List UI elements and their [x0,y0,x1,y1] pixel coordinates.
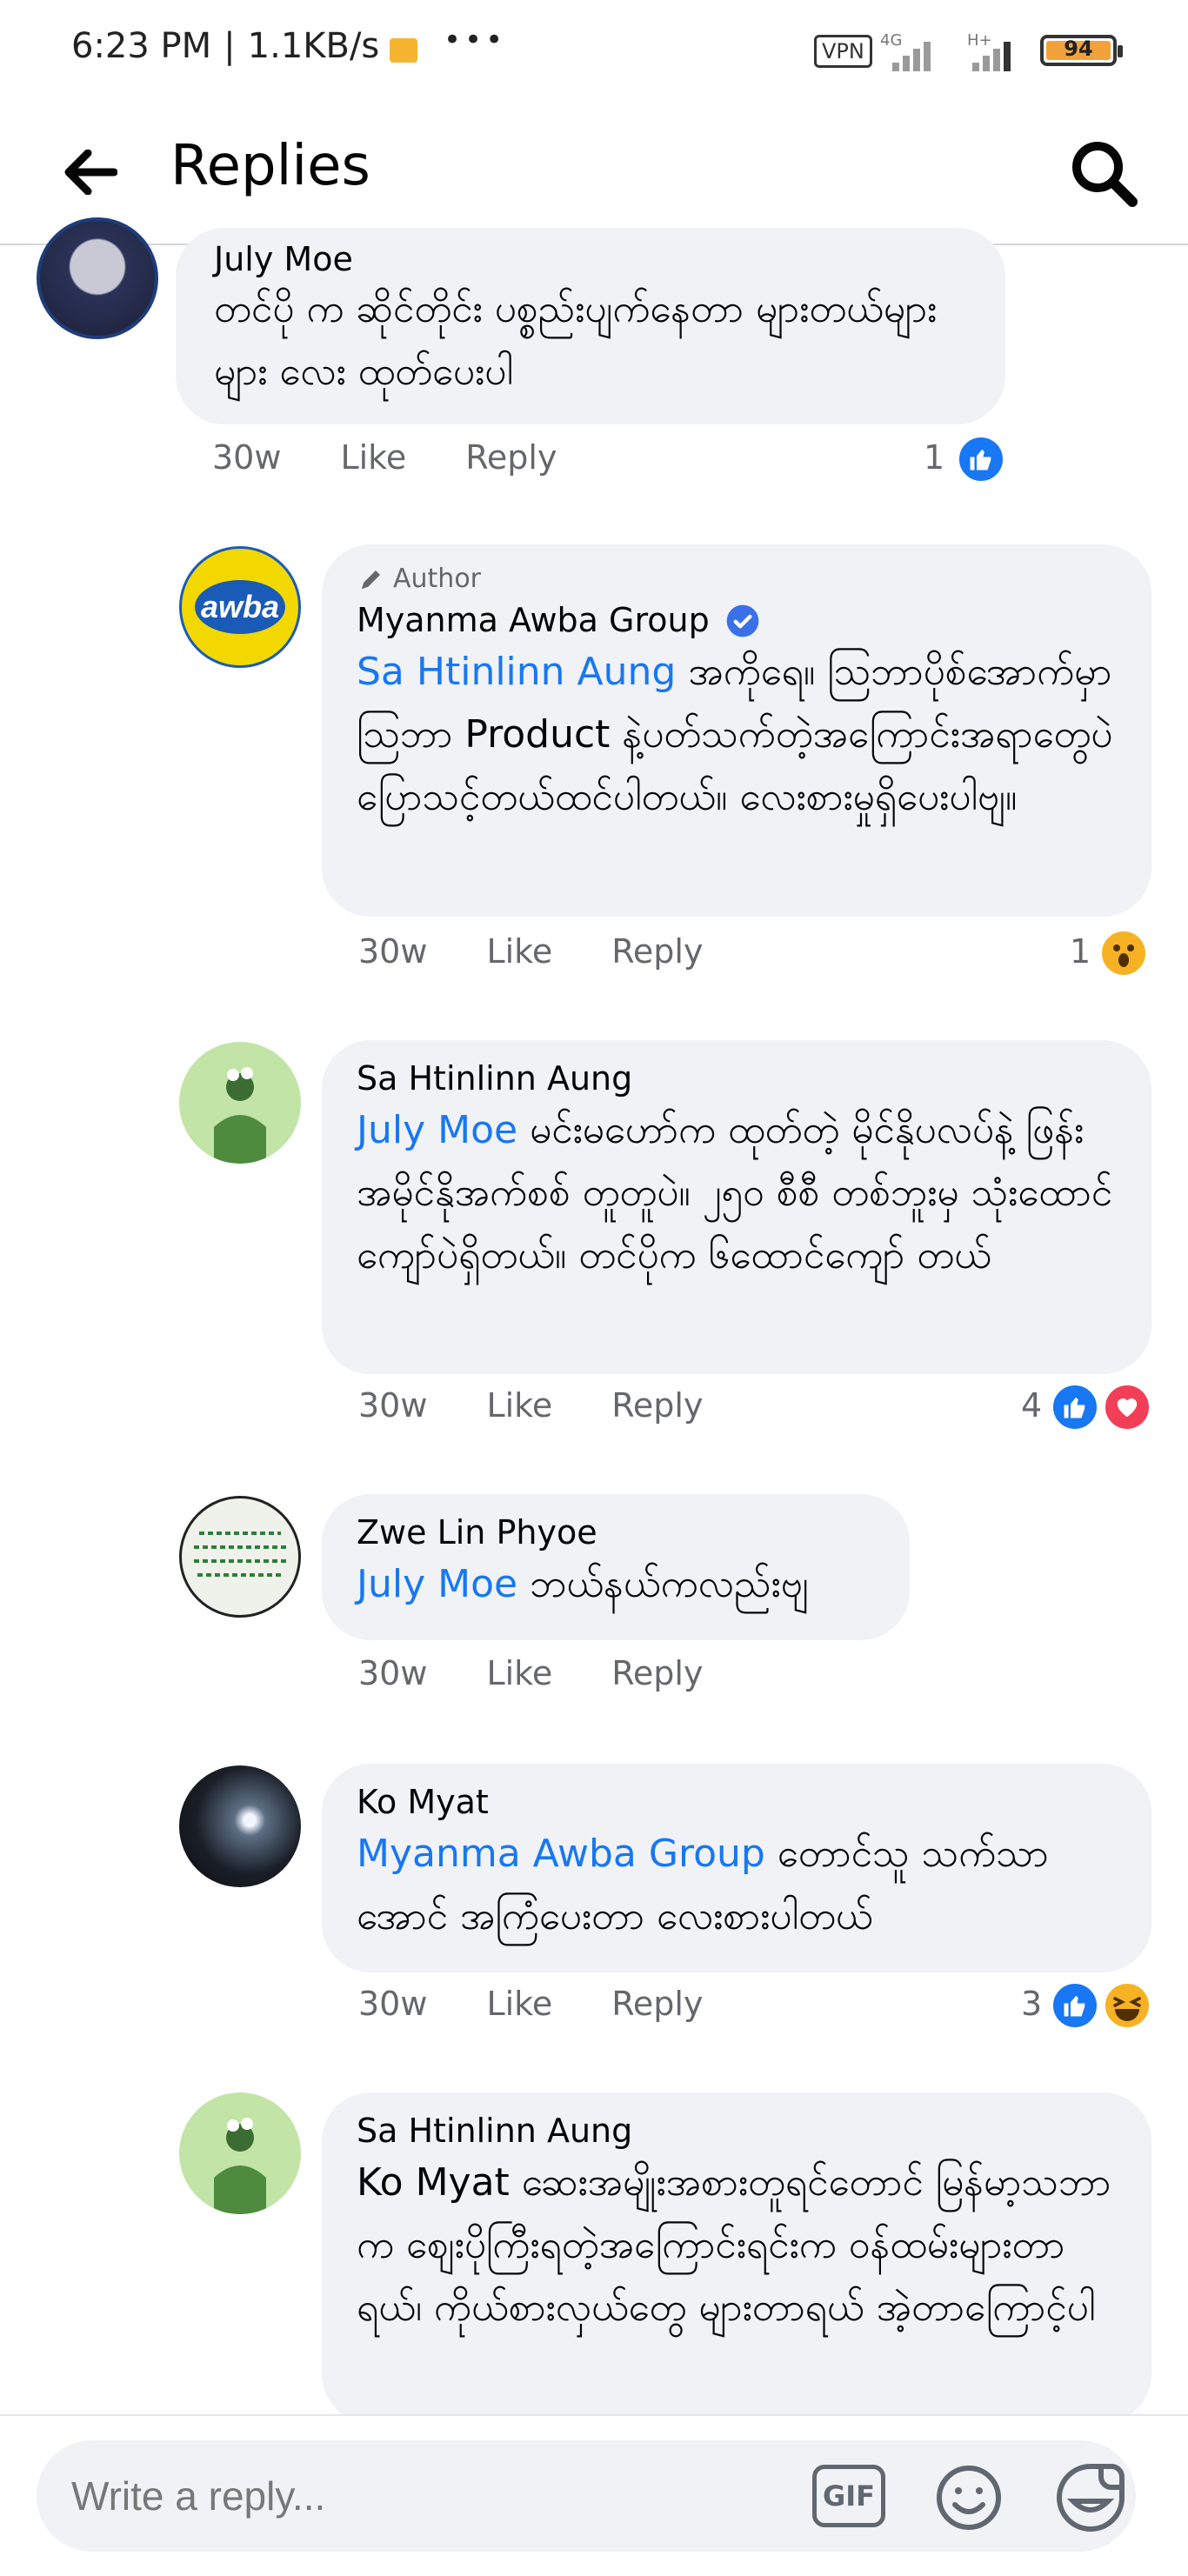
comment-bubble: Sa Htinlinn Aung Ko Myat ဆေးအမျိုးအစားတူ… [322,2092,1151,2423]
mention-link[interactable]: July Moe [357,1108,517,1152]
reaction-count: 1 [1070,932,1091,971]
like-button[interactable]: Like [486,932,552,971]
comment-author[interactable]: Sa Htinlinn Aung [357,2112,1117,2150]
like-button[interactable]: Like [486,1386,552,1425]
comment-author[interactable]: Myanma Awba Group [357,601,1117,639]
comment-text: Sa Htinlinn Aung အကိုရေ။ ဩဘာပိုစ်အောက်မှ… [357,650,1113,819]
awba-logo: awba [195,580,285,634]
notification-icon [390,38,417,63]
comment-time: 30w [358,1386,428,1425]
avatar-figure-icon [214,2118,266,2214]
signal-icon-2 [967,33,1019,71]
comment-actions: 30w Like Reply [358,1985,762,2023]
signal-icon [887,33,939,71]
comment-text: Myanma Awba Group တောင်သူ သက်သာအောင် အကြ… [357,1832,1049,1939]
avatar[interactable] [37,217,158,339]
comment-text: July Moe မင်းမဟော်က ထုတ်တဲ့ မိုင်နိုပလပ်… [357,1108,1113,1278]
battery-icon: 94 [1040,35,1123,66]
comment-bubble: Ko Myat Myanma Awba Group တောင်သူ သက်သာအ… [322,1764,1151,1972]
like-reaction-icon[interactable] [1051,1383,1099,1431]
mention-link[interactable]: Sa Htinlinn Aung [357,650,676,694]
mention-link[interactable]: Myanma Awba Group [357,1832,765,1876]
avatar[interactable] [179,1765,301,1887]
network-speed: 1.1KB/s [247,26,380,66]
mention-link[interactable]: July Moe [357,1562,517,1606]
sticker-icon [1057,2464,1125,2532]
search-button[interactable] [1065,134,1143,212]
comment-time: 30w [358,932,428,971]
like-reaction-icon[interactable] [957,435,1005,484]
back-arrow-icon [64,150,117,195]
sticker-button[interactable] [1052,2459,1129,2536]
like-button[interactable]: Like [486,1654,552,1692]
like-button[interactable]: Like [340,438,406,477]
comment-actions: 30w Like Reply [358,932,762,971]
comment-time: 30w [358,1985,428,2023]
comment-actions: 30w Like Reply [358,1386,762,1425]
back-button[interactable] [50,137,129,207]
page-title: Replies [170,134,370,198]
comment-time: 30w [212,438,282,477]
more-notifications-icon: ••• [444,23,507,57]
clock: 6:23 PM [71,26,212,66]
avatar-image-icon [194,1532,286,1577]
comment-text: တင်ပို က ဆိုင်တိုင်း ပစ္စည်းပျက်နေတာ မျာ… [214,287,938,394]
comment-bubble: Zwe Lin Phyoe July Moe ဘယ်နယ်ကလည်းဗျ [322,1494,910,1640]
avatar-figure-icon [214,1067,266,1164]
reply-button[interactable]: Reply [611,1985,703,2023]
wow-reaction-icon[interactable] [1099,929,1148,978]
comment-text: July Moe ဘယ်နယ်ကလည်းဗျ [357,1562,809,1606]
page-logo[interactable]: awba [179,546,301,668]
app-header: Replies [0,103,1188,245]
avatar[interactable] [179,2092,301,2214]
comment-author[interactable]: July Moe [214,240,967,278]
reply-composer: GIF [0,2414,1188,2576]
comment-bubble: Author Myanma Awba Group Sa Htinlinn Aun… [322,544,1151,917]
reply-button[interactable]: Reply [611,932,703,971]
vpn-badge: VPN [814,35,872,68]
like-button[interactable]: Like [486,1985,552,2023]
author-badge: Author [357,564,1117,594]
comment-author[interactable]: Ko Myat [357,1783,1117,1821]
reply-button[interactable]: Reply [611,1654,703,1692]
comment-bubble: July Moe တင်ပို က ဆိုင်တိုင်း ပစ္စည်းပျက… [176,228,1005,424]
reply-button[interactable]: Reply [465,438,557,477]
reaction-count: 3 [1021,1985,1043,2023]
avatar[interactable] [179,1042,301,1164]
comment-author[interactable]: Sa Htinlinn Aung [357,1059,1117,1098]
reply-button[interactable]: Reply [611,1386,703,1425]
comment-actions: 30w Like Reply [212,438,616,477]
battery-level: 94 [1064,37,1093,61]
haha-reaction-icon[interactable] [1103,1981,1151,2030]
status-left: 6:23 PM | 1.1KB/s [71,26,380,66]
comment-text: Ko Myat ဆေးအမျိုးအစားတူရင်တောင် မြန်မာ့သ… [357,2160,1111,2330]
search-icon [1072,142,1138,207]
pencil-icon [361,571,380,590]
love-reaction-icon[interactable] [1103,1383,1151,1431]
like-reaction-icon[interactable] [1051,1981,1099,2030]
verified-badge-icon [726,604,759,637]
comment-author[interactable]: Zwe Lin Phyoe [357,1513,875,1552]
smiley-icon [937,2466,1001,2530]
comment-time: 30w [358,1654,428,1692]
comment-bubble: Sa Htinlinn Aung July Moe မင်းမဟော်က ထုတ… [322,1040,1151,1374]
gif-button[interactable]: GIF [812,2465,885,2527]
status-bar: 6:23 PM | 1.1KB/s ••• VPN 4G H+ 94 [0,0,1188,103]
avatar[interactable] [179,1496,301,1618]
reaction-count: 1 [924,438,945,477]
reaction-count: 4 [1021,1386,1043,1425]
comment-actions: 30w Like Reply [358,1654,762,1692]
emoji-button[interactable] [934,2463,1004,2533]
